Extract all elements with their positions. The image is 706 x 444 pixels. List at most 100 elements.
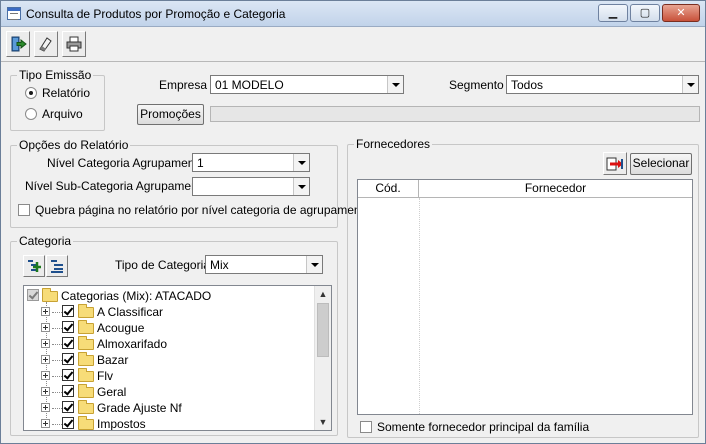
- column-header-cod[interactable]: Cód.: [358, 180, 419, 197]
- nivel-subcategoria-label: Nível Sub-Categoria Agrupamento: [25, 179, 208, 193]
- expand-icon[interactable]: [41, 387, 50, 396]
- somente-principal-label[interactable]: Somente fornecedor principal da família: [377, 420, 589, 434]
- minimize-button[interactable]: ▁: [598, 4, 628, 22]
- import-fornecedor-button[interactable]: [603, 152, 627, 175]
- tree-connector: [52, 328, 62, 329]
- chevron-down-icon[interactable]: [387, 76, 403, 93]
- categoria-tree[interactable]: Categorias (Mix): ATACADO A Classificar …: [23, 285, 332, 431]
- tree-item-checkbox[interactable]: [62, 353, 74, 365]
- tree-item-label: Bazar: [97, 353, 129, 367]
- scroll-thumb[interactable]: [317, 303, 329, 357]
- tipo-emissao-title: Tipo Emissão: [17, 68, 94, 82]
- tree-item-checkbox[interactable]: [62, 401, 74, 413]
- tree-item[interactable]: Acougue: [24, 320, 314, 336]
- expand-icon[interactable]: [41, 355, 50, 364]
- grid-column-divider: [419, 198, 420, 414]
- tree-item-label: Impostos: [97, 417, 146, 431]
- collapse-all-button[interactable]: [46, 255, 68, 277]
- tree-connector: [52, 344, 62, 345]
- expand-icon[interactable]: [41, 339, 50, 348]
- close-button[interactable]: ✕: [662, 4, 700, 22]
- tree-item-checkbox[interactable]: [62, 417, 74, 429]
- tree-item[interactable]: Almoxarifado: [24, 336, 314, 352]
- tree-item-checkbox[interactable]: [62, 305, 74, 317]
- print-button[interactable]: [62, 31, 86, 57]
- tree-root-checkbox[interactable]: [27, 289, 39, 301]
- tree-root[interactable]: Categorias (Mix): ATACADO: [24, 288, 314, 304]
- exit-button[interactable]: [6, 31, 30, 57]
- main-window: Consulta de Produtos por Promoção e Cate…: [0, 0, 706, 444]
- segmento-label: Segmento: [449, 78, 504, 92]
- tree-item-label: A Classificar: [97, 305, 164, 319]
- toolbar: [1, 28, 705, 62]
- tree-connector: [52, 424, 62, 425]
- somente-principal-checkbox[interactable]: [360, 421, 372, 433]
- expand-icon[interactable]: [41, 403, 50, 412]
- folder-icon: [42, 288, 58, 302]
- radio-relatorio[interactable]: [25, 87, 37, 99]
- grid-header: Cód. Fornecedor: [358, 180, 692, 198]
- fornecedores-grid[interactable]: Cód. Fornecedor: [357, 179, 693, 415]
- tipo-categoria-select[interactable]: Mix: [205, 255, 323, 274]
- segmento-select[interactable]: Todos: [506, 75, 699, 94]
- tipo-categoria-value: Mix: [210, 258, 229, 272]
- folder-icon: [78, 384, 94, 398]
- expand-icon[interactable]: [41, 323, 50, 332]
- folder-icon: [78, 368, 94, 382]
- empresa-select[interactable]: 01 MODELO: [210, 75, 404, 94]
- tree-item[interactable]: Geral: [24, 384, 314, 400]
- tree-item-label: Grade Ajuste Nf: [97, 401, 182, 415]
- tipo-emissao-group: Tipo Emissão Relatório Arquivo: [10, 68, 105, 131]
- clear-button[interactable]: [34, 31, 58, 57]
- tree-connector: [52, 392, 62, 393]
- chevron-down-icon[interactable]: [682, 76, 698, 93]
- expand-icon[interactable]: [41, 307, 50, 316]
- maximize-button[interactable]: ▢: [630, 4, 660, 22]
- printer-icon: [66, 36, 82, 52]
- tree-item-checkbox[interactable]: [62, 385, 74, 397]
- categoria-title: Categoria: [17, 234, 74, 248]
- opcoes-relatorio-group: Opções do Relatório Nível Categoria Agru…: [10, 138, 371, 228]
- tree-item[interactable]: A Classificar: [24, 304, 314, 320]
- tree-item[interactable]: Impostos: [24, 416, 314, 431]
- tree-item[interactable]: Flv: [24, 368, 314, 384]
- chevron-down-icon[interactable]: [293, 154, 309, 171]
- nivel-categoria-label: Nível Categoria Agrupamento: [47, 156, 205, 170]
- categoria-group: Categoria Tipo de Categoria Mix Categori…: [10, 234, 338, 436]
- tree-item-checkbox[interactable]: [62, 369, 74, 381]
- nivel-categoria-select[interactable]: 1: [192, 153, 310, 172]
- tipo-categoria-label: Tipo de Categoria: [115, 258, 210, 272]
- expand-tree-icon: [28, 260, 41, 272]
- nivel-categoria-value: 1: [197, 156, 204, 170]
- chevron-down-icon[interactable]: [306, 256, 322, 273]
- tree-connector: [52, 376, 62, 377]
- tree-item-label: Flv: [97, 369, 113, 383]
- quebra-pagina-checkbox[interactable]: [18, 204, 30, 216]
- column-header-fornecedor[interactable]: Fornecedor: [419, 180, 692, 197]
- fornecedores-group: Fornecedores Selecionar Cód. Fornecedor …: [347, 137, 699, 438]
- opcoes-relatorio-title: Opções do Relatório: [17, 138, 131, 152]
- tree-connector: [52, 360, 62, 361]
- expand-all-button[interactable]: [23, 255, 45, 277]
- folder-icon: [78, 416, 94, 430]
- tree-item[interactable]: Bazar: [24, 352, 314, 368]
- tree-item-checkbox[interactable]: [62, 321, 74, 333]
- folder-icon: [78, 304, 94, 318]
- radio-arquivo-label[interactable]: Arquivo: [42, 107, 83, 121]
- scroll-down-icon[interactable]: ▼: [315, 414, 331, 430]
- tree-scrollbar[interactable]: ▲ ▼: [314, 286, 331, 430]
- promocoes-button[interactable]: Promoções: [137, 104, 204, 125]
- tree-item[interactable]: Grade Ajuste Nf: [24, 400, 314, 416]
- expand-icon[interactable]: [41, 371, 50, 380]
- radio-arquivo[interactable]: [25, 108, 37, 120]
- quebra-pagina-label[interactable]: Quebra página no relatório por nível cat…: [35, 203, 371, 217]
- empresa-label: Empresa: [159, 78, 208, 92]
- tree-item-checkbox[interactable]: [62, 337, 74, 349]
- selecionar-button[interactable]: Selecionar: [630, 153, 692, 175]
- nivel-subcategoria-select[interactable]: [192, 177, 310, 196]
- chevron-down-icon[interactable]: [293, 178, 309, 195]
- radio-relatorio-label[interactable]: Relatório: [42, 86, 90, 100]
- title-bar[interactable]: Consulta de Produtos por Promoção e Cate…: [1, 1, 705, 27]
- scroll-up-icon[interactable]: ▲: [315, 286, 331, 302]
- expand-icon[interactable]: [41, 419, 50, 428]
